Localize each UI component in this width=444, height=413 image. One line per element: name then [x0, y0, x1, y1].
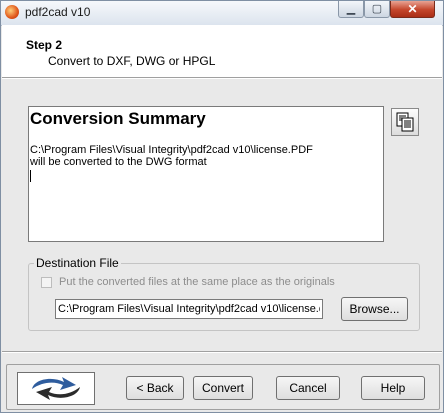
close-button[interactable]: ✕ [390, 1, 435, 18]
summary-line-format: will be converted to the DWG format [30, 156, 207, 168]
back-button[interactable]: < Back [126, 376, 184, 400]
copy-summary-button[interactable] [391, 108, 419, 136]
title-bar: pdf2cad v10 ▁ ▢ ✕ [1, 1, 443, 26]
close-icon: ✕ [407, 2, 418, 16]
visual-integrity-logo [17, 372, 95, 405]
convert-button[interactable]: Convert [193, 376, 253, 400]
destination-group-label: Destination File [34, 256, 121, 270]
same-place-checkbox-label: Put the converted files at the same plac… [59, 276, 335, 288]
footer-divider [2, 351, 442, 353]
pdf2cad-window: pdf2cad v10 ▁ ▢ ✕ Step 2 Convert to DXF,… [0, 0, 444, 413]
window-title: pdf2cad v10 [25, 5, 91, 19]
maximize-button[interactable]: ▢ [364, 1, 390, 18]
text-caret [30, 170, 31, 182]
minimize-button[interactable]: ▁ [338, 1, 364, 18]
pdf2cad-app-icon [5, 5, 19, 19]
summary-title: Conversion Summary [30, 109, 206, 128]
step-title: Step 2 [26, 38, 63, 52]
summary-line-source: C:\Program Files\Visual Integrity\pdf2ca… [30, 144, 313, 156]
browse-button[interactable]: Browse... [341, 297, 408, 321]
copy-icon [396, 112, 414, 132]
cancel-button[interactable]: Cancel [276, 376, 340, 400]
arrows-logo-icon [32, 377, 80, 400]
header-divider [2, 77, 442, 79]
help-button[interactable]: Help [361, 376, 425, 400]
wizard-header: Step 2 Convert to DXF, DWG or HPGL [2, 25, 442, 77]
step-subtitle: Convert to DXF, DWG or HPGL [48, 54, 216, 68]
minimize-icon: ▁ [346, 3, 356, 15]
conversion-summary-box[interactable]: Conversion Summary C:\Program Files\Visu… [28, 106, 384, 242]
maximize-icon: ▢ [371, 3, 383, 15]
destination-path-input[interactable] [55, 299, 323, 319]
same-place-checkbox[interactable] [41, 277, 52, 288]
